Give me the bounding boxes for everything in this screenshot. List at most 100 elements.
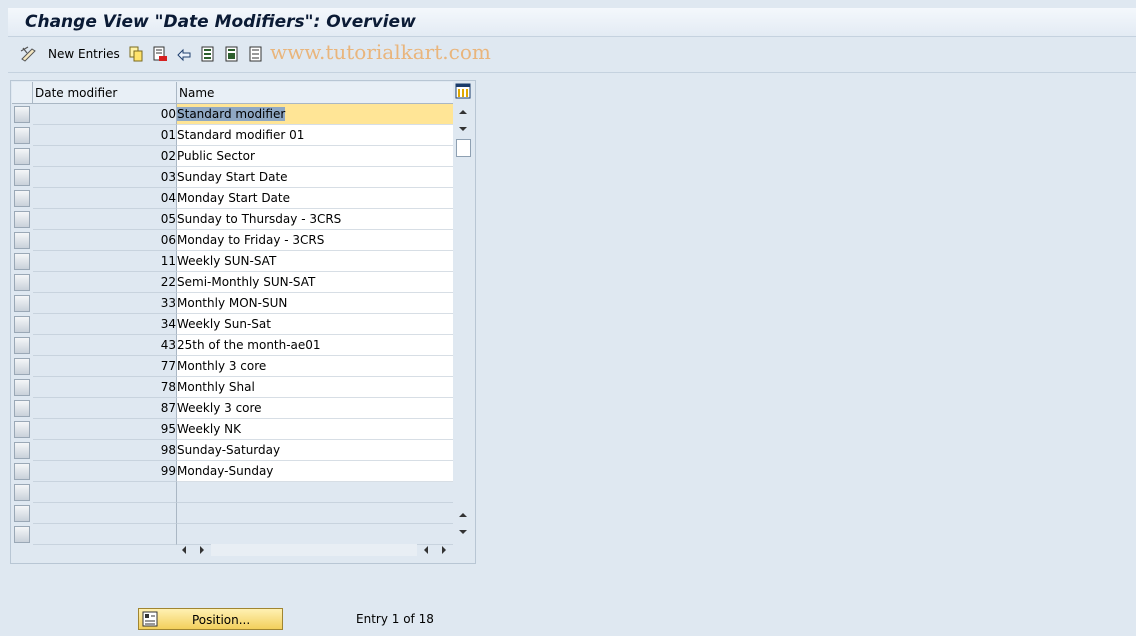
date-modifier-cell: 95 <box>33 419 177 440</box>
copy-icon[interactable] <box>128 45 144 63</box>
scroll-up-icon[interactable] <box>458 107 468 117</box>
scrollbar-thumb[interactable] <box>456 139 471 157</box>
row-selector[interactable] <box>14 526 30 543</box>
application-toolbar: New Entries www.tutorialkart.com <box>8 37 1136 73</box>
name-cell[interactable]: Monday to Friday - 3CRS <box>177 230 453 251</box>
table-row[interactable]: 95 Weekly NK <box>12 419 453 440</box>
table-row[interactable]: 78 Monthly Shal <box>12 377 453 398</box>
date-modifier-cell: 87 <box>33 398 177 419</box>
row-selector[interactable] <box>14 232 30 249</box>
name-cell[interactable]: Weekly Sun-Sat <box>177 314 453 335</box>
table-row[interactable]: 22 Semi-Monthly SUN-SAT <box>12 272 453 293</box>
row-selector[interactable] <box>14 463 30 480</box>
scroll-left-icon[interactable] <box>179 545 189 555</box>
name-cell[interactable]: Monthly Shal <box>177 377 453 398</box>
name-value: Weekly Sun-Sat <box>177 317 271 331</box>
row-selector[interactable] <box>14 442 30 459</box>
date-modifier-cell: 78 <box>33 377 177 398</box>
name-cell[interactable]: Sunday to Thursday - 3CRS <box>177 209 453 230</box>
row-selector[interactable] <box>14 211 30 228</box>
table-row[interactable]: 01 Standard modifier 01 <box>12 125 453 146</box>
row-selector[interactable] <box>14 316 30 333</box>
table-row[interactable]: 05 Sunday to Thursday - 3CRS <box>12 209 453 230</box>
row-selector[interactable] <box>14 379 30 396</box>
select-all-rows-header[interactable] <box>12 82 33 104</box>
undo-icon[interactable] <box>176 45 192 63</box>
row-selector[interactable] <box>14 484 30 501</box>
edit-glasses-icon[interactable] <box>20 45 38 63</box>
name-cell[interactable]: Monday-Sunday <box>177 461 453 482</box>
row-selector[interactable] <box>14 295 30 312</box>
table-settings-icon[interactable] <box>455 83 471 99</box>
scroll-left-icon[interactable] <box>421 545 431 555</box>
row-selector[interactable] <box>14 190 30 207</box>
name-value: Semi-Monthly SUN-SAT <box>177 275 316 289</box>
name-cell[interactable]: 25th of the month-ae01 <box>177 335 453 356</box>
row-selector[interactable] <box>14 106 30 123</box>
name-cell[interactable]: Monthly MON-SUN <box>177 293 453 314</box>
name-cell[interactable]: Weekly 3 core <box>177 398 453 419</box>
name-value: Monday-Sunday <box>177 464 274 478</box>
table-row[interactable]: 99 Monday-Sunday <box>12 461 453 482</box>
row-selector[interactable] <box>14 148 30 165</box>
row-selector[interactable] <box>14 169 30 186</box>
position-button[interactable]: Position... <box>138 608 283 630</box>
name-cell[interactable]: Sunday-Saturday <box>177 440 453 461</box>
position-icon <box>142 611 158 627</box>
name-cell[interactable]: Semi-Monthly SUN-SAT <box>177 272 453 293</box>
column-header-name[interactable]: Name <box>177 82 453 104</box>
name-cell[interactable]: Weekly SUN-SAT <box>177 251 453 272</box>
position-button-label: Position... <box>192 613 251 627</box>
scroll-down-icon[interactable] <box>458 527 468 537</box>
date-modifier-cell <box>33 482 177 503</box>
column-header-date-modifier[interactable]: Date modifier <box>33 82 177 104</box>
horizontal-scrollbar[interactable] <box>211 544 417 556</box>
name-cell[interactable]: Public Sector <box>177 146 453 167</box>
select-block-icon[interactable] <box>224 45 240 63</box>
row-selector[interactable] <box>14 253 30 270</box>
row-selector[interactable] <box>14 274 30 291</box>
table-row[interactable]: 11 Weekly SUN-SAT <box>12 251 453 272</box>
table-row[interactable]: 34 Weekly Sun-Sat <box>12 314 453 335</box>
new-entries-button[interactable]: New Entries <box>48 47 120 61</box>
name-cell[interactable]: Standard modifier <box>177 104 453 125</box>
name-cell[interactable]: Monthly 3 core <box>177 356 453 377</box>
row-selector[interactable] <box>14 421 30 438</box>
table-row[interactable]: 77 Monthly 3 core <box>12 356 453 377</box>
name-value: 25th of the month-ae01 <box>177 338 321 352</box>
scroll-right-icon[interactable] <box>197 545 207 555</box>
row-selector[interactable] <box>14 505 30 522</box>
row-selector[interactable] <box>14 400 30 417</box>
empty-table-row[interactable] <box>12 503 453 524</box>
date-modifier-cell: 11 <box>33 251 177 272</box>
deselect-all-icon[interactable] <box>248 45 264 63</box>
name-cell[interactable]: Sunday Start Date <box>177 167 453 188</box>
watermark: www.tutorialkart.com <box>270 40 491 64</box>
row-selector[interactable] <box>14 127 30 144</box>
table-row[interactable]: 43 25th of the month-ae01 <box>12 335 453 356</box>
empty-table-row[interactable] <box>12 524 453 545</box>
row-selector[interactable] <box>14 337 30 354</box>
table-row[interactable]: 04 Monday Start Date <box>12 188 453 209</box>
table-row[interactable]: 00 Standard modifier <box>12 104 453 125</box>
delete-icon[interactable] <box>152 45 168 63</box>
empty-table-row[interactable] <box>12 482 453 503</box>
table-row[interactable]: 06 Monday to Friday - 3CRS <box>12 230 453 251</box>
date-modifier-cell: 06 <box>33 230 177 251</box>
scroll-up-icon[interactable] <box>458 510 468 520</box>
name-cell[interactable]: Weekly NK <box>177 419 453 440</box>
table-row[interactable]: 02 Public Sector <box>12 146 453 167</box>
row-selector[interactable] <box>14 358 30 375</box>
scroll-right-icon[interactable] <box>439 545 449 555</box>
select-all-icon[interactable] <box>200 45 216 63</box>
name-cell[interactable]: Standard modifier 01 <box>177 125 453 146</box>
table-row[interactable]: 33 Monthly MON-SUN <box>12 293 453 314</box>
date-modifier-cell: 02 <box>33 146 177 167</box>
table-row[interactable]: 03 Sunday Start Date <box>12 167 453 188</box>
column-header-label: Date modifier <box>35 86 118 100</box>
date-modifier-cell: 04 <box>33 188 177 209</box>
scroll-down-icon[interactable] <box>458 124 468 134</box>
name-cell[interactable]: Monday Start Date <box>177 188 453 209</box>
table-row[interactable]: 98 Sunday-Saturday <box>12 440 453 461</box>
table-row[interactable]: 87 Weekly 3 core <box>12 398 453 419</box>
